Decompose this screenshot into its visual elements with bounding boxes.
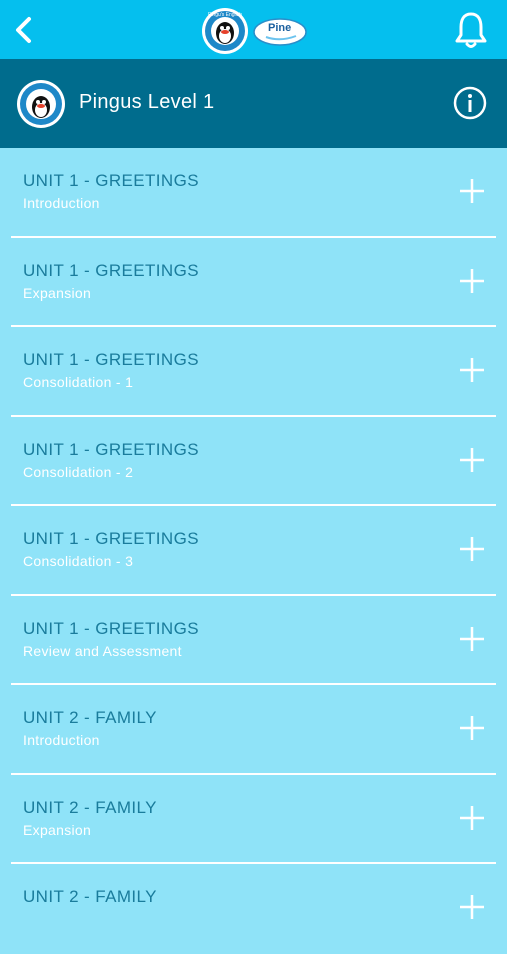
plus-icon[interactable]: [459, 894, 485, 920]
info-icon: [453, 86, 487, 120]
list-item[interactable]: UNIT 2 - FAMILY: [0, 864, 507, 954]
app-logo: Pingu's English Pine: [200, 6, 310, 56]
plus-icon[interactable]: [459, 357, 485, 383]
item-subtitle: Introduction: [23, 195, 100, 211]
bell-icon: [455, 12, 487, 48]
plus-icon[interactable]: [459, 178, 485, 204]
level-header: Pingus Level 1: [0, 59, 507, 148]
item-subtitle: Review and Assessment: [23, 642, 182, 659]
level-title: Pingus Level 1: [79, 91, 215, 113]
back-button[interactable]: [10, 14, 38, 46]
top-bar: Pingu's English Pine: [0, 0, 507, 59]
item-title: UNIT 1 - GREETINGS: [23, 350, 199, 369]
list-item[interactable]: UNIT 2 - FAMILY Introduction: [0, 685, 507, 775]
logo-text-secondary: Pine: [268, 22, 291, 34]
list-item[interactable]: UNIT 1 - GREETINGS Consolidation - 3: [0, 506, 507, 596]
item-subtitle: Expansion: [23, 284, 92, 301]
item-title: UNIT 1 - GREETINGS: [23, 529, 199, 548]
list-item[interactable]: UNIT 2 - FAMILY Expansion: [0, 775, 507, 864]
chevron-left-icon: [16, 17, 31, 43]
list-item[interactable]: UNIT 1 - GREETINGS Review and Assessment: [0, 596, 507, 685]
plus-icon[interactable]: [459, 805, 485, 831]
item-subtitle: Introduction: [23, 732, 100, 748]
item-subtitle: Consolidation - 2: [23, 463, 134, 480]
level-avatar: [16, 79, 66, 129]
plus-icon[interactable]: [459, 447, 485, 473]
plus-icon[interactable]: [459, 715, 485, 741]
item-title: UNIT 1 - GREETINGS: [23, 618, 199, 638]
plus-icon[interactable]: [459, 536, 485, 562]
notifications-button[interactable]: [453, 10, 489, 50]
list-item[interactable]: UNIT 1 - GREETINGS Introduction: [0, 148, 507, 238]
list-item[interactable]: UNIT 1 - GREETINGS Consolidation - 2: [0, 417, 507, 506]
item-title: UNIT 1 - GREETINGS: [23, 171, 199, 190]
item-title: UNIT 2 - FAMILY: [23, 797, 157, 817]
item-title: UNIT 1 - GREETINGS: [23, 260, 199, 280]
item-title: UNIT 2 - FAMILY: [23, 708, 157, 727]
list-item[interactable]: UNIT 1 - GREETINGS Consolidation - 1: [0, 327, 507, 417]
plus-icon[interactable]: [459, 626, 485, 652]
logo-text: Pingu's English: [208, 12, 242, 18]
list-item[interactable]: UNIT 1 - GREETINGS Expansion: [0, 238, 507, 327]
plus-icon[interactable]: [459, 268, 485, 294]
item-subtitle: Consolidation - 3: [23, 553, 134, 569]
unit-list: UNIT 1 - GREETINGS Introduction UNIT 1 -…: [0, 148, 507, 954]
item-subtitle: Expansion: [23, 821, 92, 838]
item-subtitle: Consolidation - 1: [23, 374, 134, 390]
item-title: UNIT 2 - FAMILY: [23, 887, 157, 906]
info-button[interactable]: [453, 86, 487, 120]
item-title: UNIT 1 - GREETINGS: [23, 439, 199, 459]
